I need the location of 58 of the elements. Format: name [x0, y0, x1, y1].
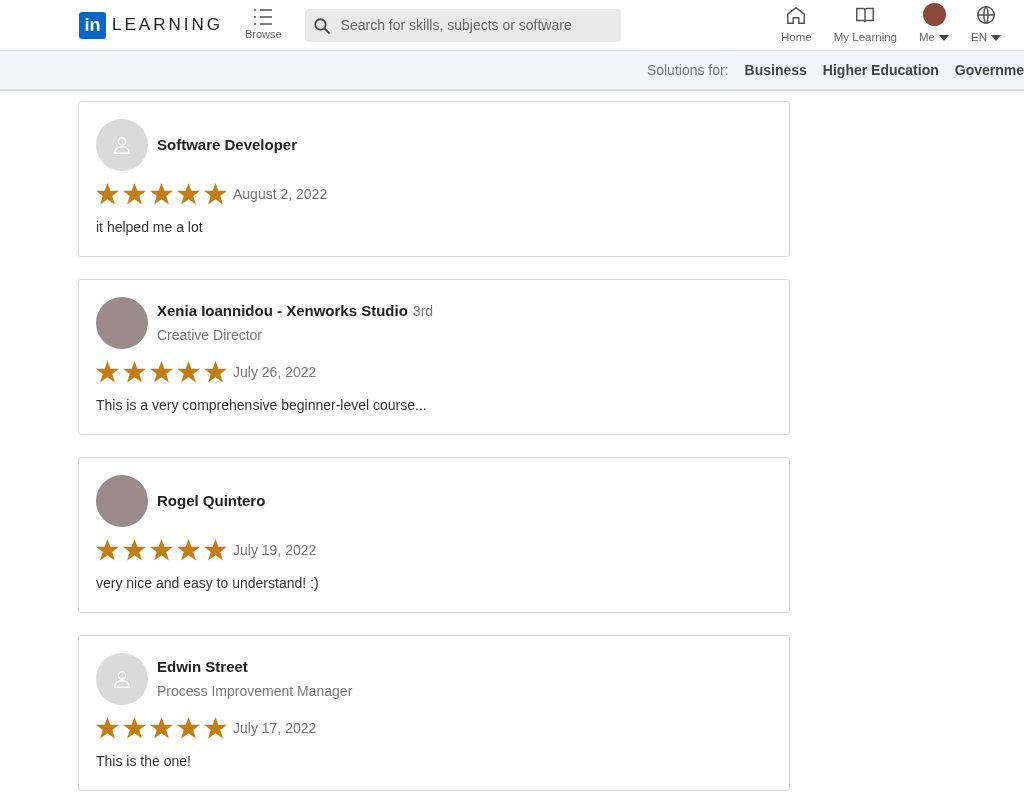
- review-text: it helped me a lot: [96, 218, 204, 237]
- reviewer-name[interactable]: Edwin Street: [157, 656, 248, 679]
- reviewer-headline: Process Improvement Manager: [157, 681, 353, 701]
- logo-badge[interactable]: in: [79, 11, 106, 39]
- nav-item[interactable]: Me: [910, 3, 958, 47]
- star-icon: [204, 717, 227, 739]
- star-icon: [177, 183, 200, 205]
- star-icon: [123, 183, 146, 205]
- star-icon: [123, 361, 146, 383]
- star-icon: [177, 539, 200, 561]
- solutions-link[interactable]: Higher Education: [822, 59, 939, 81]
- avatar-photo: [96, 297, 148, 349]
- person-icon: [111, 134, 133, 156]
- review-date: July 26, 2022: [233, 362, 317, 382]
- star-icon: [204, 183, 227, 205]
- globe-icon: [975, 4, 997, 27]
- star-icon: [177, 361, 200, 383]
- nav-item[interactable]: My Learning: [824, 4, 907, 47]
- review-date: August 2, 2022: [233, 184, 328, 204]
- review-text: This is a very comprehensive beginner-level course...: [96, 396, 428, 415]
- browse-button[interactable]: Browse: [244, 7, 282, 43]
- review-text: very nice and easy to understand! :): [96, 574, 320, 593]
- star-icon: [150, 183, 173, 205]
- star-icon: [96, 539, 119, 561]
- connection-degree: 3rd: [412, 302, 434, 322]
- review-text: This is the one!: [96, 752, 192, 771]
- star-icon: [150, 717, 173, 739]
- star-icon: [123, 539, 146, 561]
- star-icon: [150, 361, 173, 383]
- solutions-link[interactable]: Governme: [954, 59, 1024, 81]
- star-icon: [177, 717, 200, 739]
- reviewer-name[interactable]: Xenia Ioannidou - Xenworks Studio: [157, 300, 408, 323]
- home-icon: [785, 4, 808, 27]
- star-icon: [96, 361, 119, 383]
- person-icon: [111, 668, 133, 690]
- search-field[interactable]: Search for skills, subjects or software: [304, 8, 621, 42]
- reviewer-name[interactable]: Rogel Quintero: [157, 489, 266, 513]
- nav-item[interactable]: Home: [772, 4, 821, 47]
- solutions-label: Solutions for:: [646, 60, 729, 80]
- avatar-photo: [922, 3, 946, 27]
- reviewer-headline: Creative Director: [157, 325, 264, 345]
- logo-text[interactable]: LEARNING: [112, 12, 223, 38]
- star-icon: [150, 539, 173, 561]
- star-icon: [96, 183, 119, 205]
- star-icon: [96, 717, 119, 739]
- star-icon: [123, 717, 146, 739]
- reviewer-name[interactable]: Software Developer: [157, 133, 298, 157]
- review-date: July 17, 2022: [233, 718, 317, 738]
- solutions-link[interactable]: Business: [744, 59, 807, 81]
- caret-icon: [991, 35, 1001, 41]
- caret-icon: [939, 35, 949, 41]
- nav-item[interactable]: EN: [962, 4, 1010, 47]
- star-icon: [204, 361, 227, 383]
- search-icon: [312, 16, 331, 35]
- star-icon: [204, 539, 227, 561]
- avatar-photo: [96, 475, 148, 527]
- list-icon: [253, 7, 274, 26]
- review-date: July 19, 2022: [233, 540, 317, 560]
